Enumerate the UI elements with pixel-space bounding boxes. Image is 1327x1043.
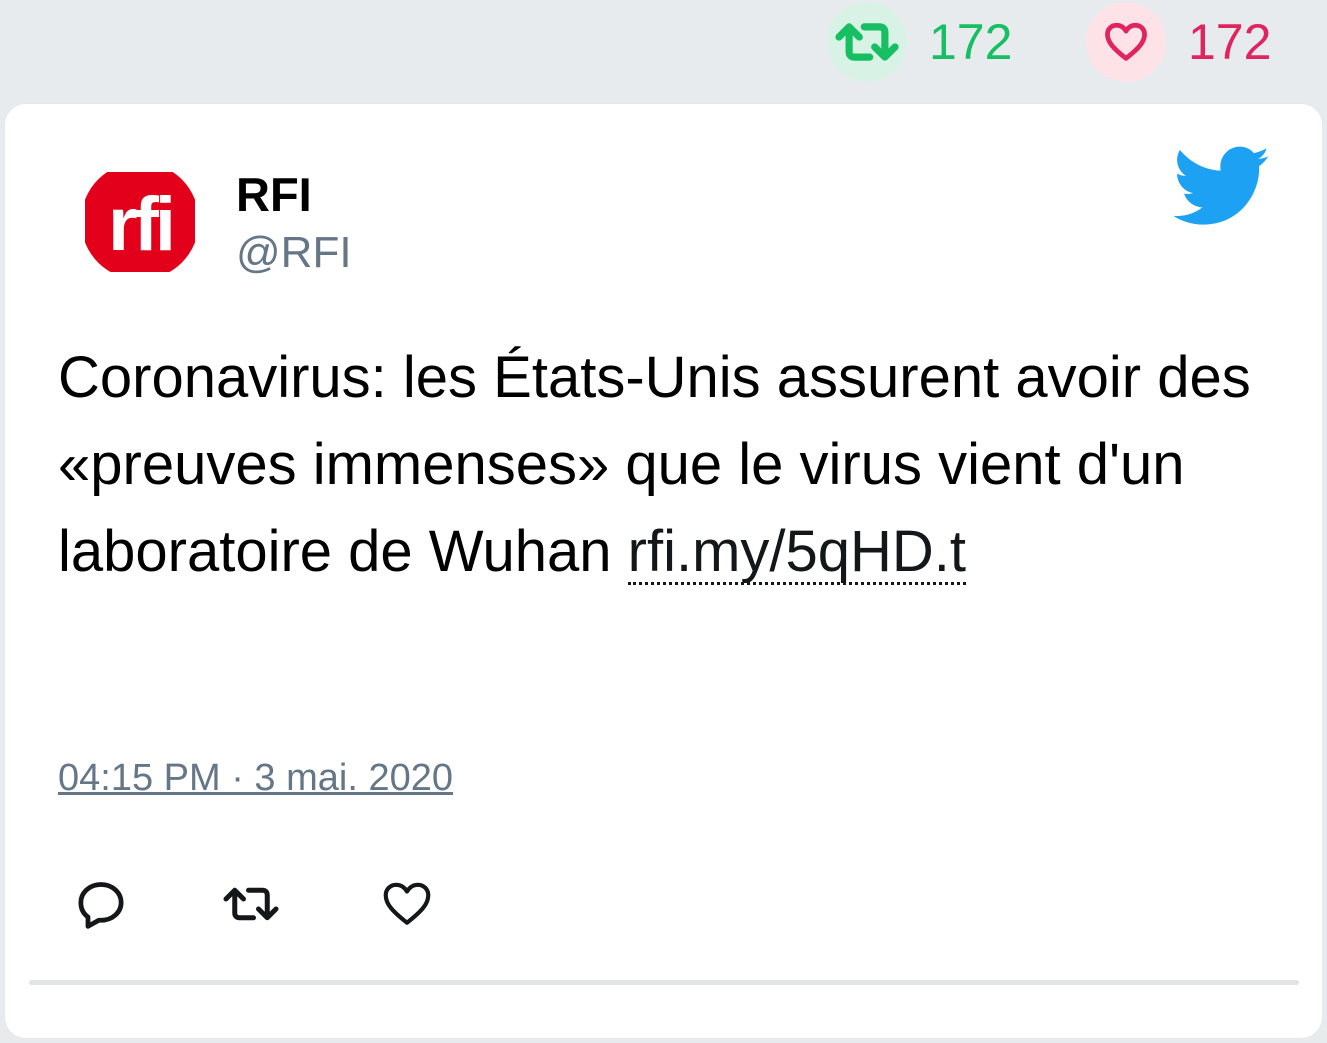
- rfi-logo: rfi: [81, 162, 199, 280]
- avatar[interactable]: rfi: [81, 162, 199, 280]
- tweet-card: rfi RFI @RFI Coronavirus: les États-Unis…: [4, 103, 1323, 1039]
- heart-action-icon: [383, 882, 431, 925]
- like-stat[interactable]: 172: [1086, 2, 1271, 82]
- tweet-timestamp[interactable]: 04:15 PM · 3 mai. 2020: [58, 756, 453, 800]
- heart-icon[interactable]: [1086, 2, 1166, 82]
- tweet-link[interactable]: rfi.my/5qHD.t: [627, 522, 967, 585]
- retweet-button[interactable]: [221, 874, 281, 934]
- user-handle[interactable]: @RFI: [236, 228, 352, 278]
- like-button[interactable]: [377, 874, 437, 934]
- retweet-count: 172: [929, 14, 1013, 70]
- svg-text:rfi: rfi: [108, 182, 172, 267]
- retweet-icon[interactable]: [827, 2, 907, 82]
- twitter-bird-icon[interactable]: [1173, 146, 1271, 228]
- retweet-action-icon: [223, 887, 279, 921]
- divider: [29, 980, 1299, 985]
- display-name[interactable]: RFI: [236, 168, 312, 222]
- retweet-stat[interactable]: 172: [827, 2, 1012, 82]
- tweet-stats-bar: 172 172: [0, 0, 1327, 100]
- tweet-text: Coronavirus: les États-Unis assurent avo…: [58, 334, 1258, 595]
- reply-icon: [78, 882, 124, 929]
- like-count: 172: [1188, 14, 1272, 70]
- reply-button[interactable]: [71, 874, 131, 934]
